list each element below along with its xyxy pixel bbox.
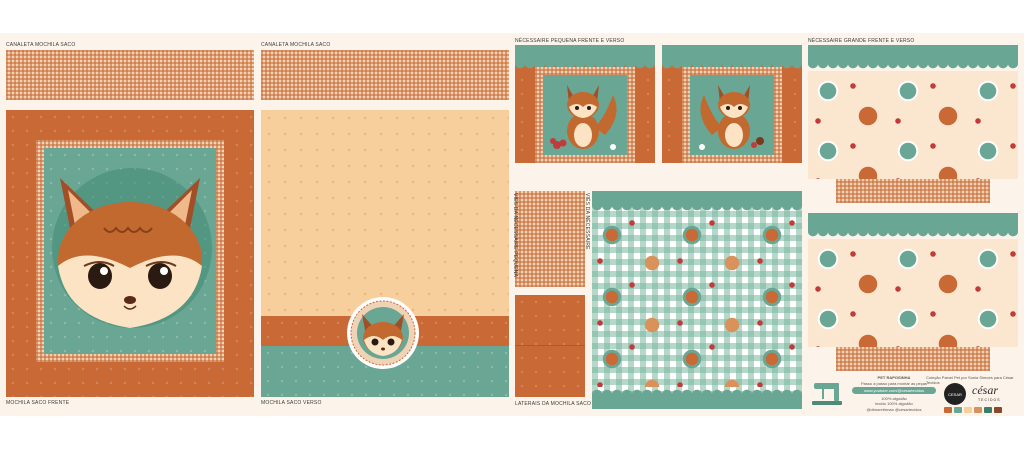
label-vies-b: VIÉS DA NÉCESSAIRE <box>584 193 590 250</box>
color-swatch <box>944 407 952 413</box>
footer-line3: tecido 100% algodão <box>875 401 913 406</box>
strip-vies-a <box>515 191 585 287</box>
label-frente: MOCHILA SACO FRENTE <box>6 400 70 406</box>
footer-youtube-link[interactable]: www.youtube.com/@cesartecidos <box>852 387 936 394</box>
color-swatch <box>954 407 962 413</box>
fox-sitting-small-1 <box>550 85 617 150</box>
fox-sitting-small-2 <box>699 85 764 150</box>
footer-social: @dimoretirmao @cesartecidos <box>866 407 922 412</box>
frente-gingham-frame <box>36 140 224 362</box>
color-swatch <box>994 407 1002 413</box>
panel-laterais <box>515 295 585 397</box>
color-swatch <box>984 407 992 413</box>
necessaire-pequena-1 <box>515 45 655 163</box>
brand-sub: TECIDOS <box>978 398 1001 402</box>
necessaire-pequena-2 <box>662 45 802 163</box>
label-vies-a: VIÉS DA NÉCESSAIRE PEQUENA <box>512 193 518 278</box>
label-laterais: LATERAIS DA MOCHILA SACO <box>515 401 592 407</box>
brand-badge: CESAR <box>944 383 966 405</box>
necessaire-grande-2 <box>808 213 1018 373</box>
label-canaleta-right: CANALETA MOCHILA SACO <box>261 42 331 48</box>
panel-verso <box>261 110 509 397</box>
fabric-panel: CANALETA MOCHILA SACO CANALETA MOCHILA S… <box>0 33 1024 416</box>
sewing-machine-icon <box>812 383 842 405</box>
label-verso: MOCHILA SACO VERSO <box>261 400 322 406</box>
strip-canaleta-left <box>6 50 254 100</box>
strip-canaleta-right <box>261 50 509 100</box>
fox-badge-medallion <box>347 297 419 369</box>
label-necessaire-grande: NÉCESSAIRE GRANDE FRENTE E VERSO <box>808 38 915 44</box>
fox-face-large <box>52 168 212 328</box>
color-swatches <box>944 407 1002 413</box>
label-canaleta-left: CANALETA MOCHILA SACO <box>6 42 76 48</box>
panel-gingham-necessaire <box>592 191 802 409</box>
color-swatch <box>964 407 972 413</box>
panel-frente <box>6 110 254 397</box>
label-necessaire-pequena: NÉCESSAIRE PEQUENA FRENTE E VERSO <box>515 38 625 44</box>
color-swatch <box>974 407 982 413</box>
necessaire-grande-1 <box>808 45 1018 205</box>
brand-logo: césar <box>972 383 998 397</box>
frente-teal-field <box>44 148 216 354</box>
